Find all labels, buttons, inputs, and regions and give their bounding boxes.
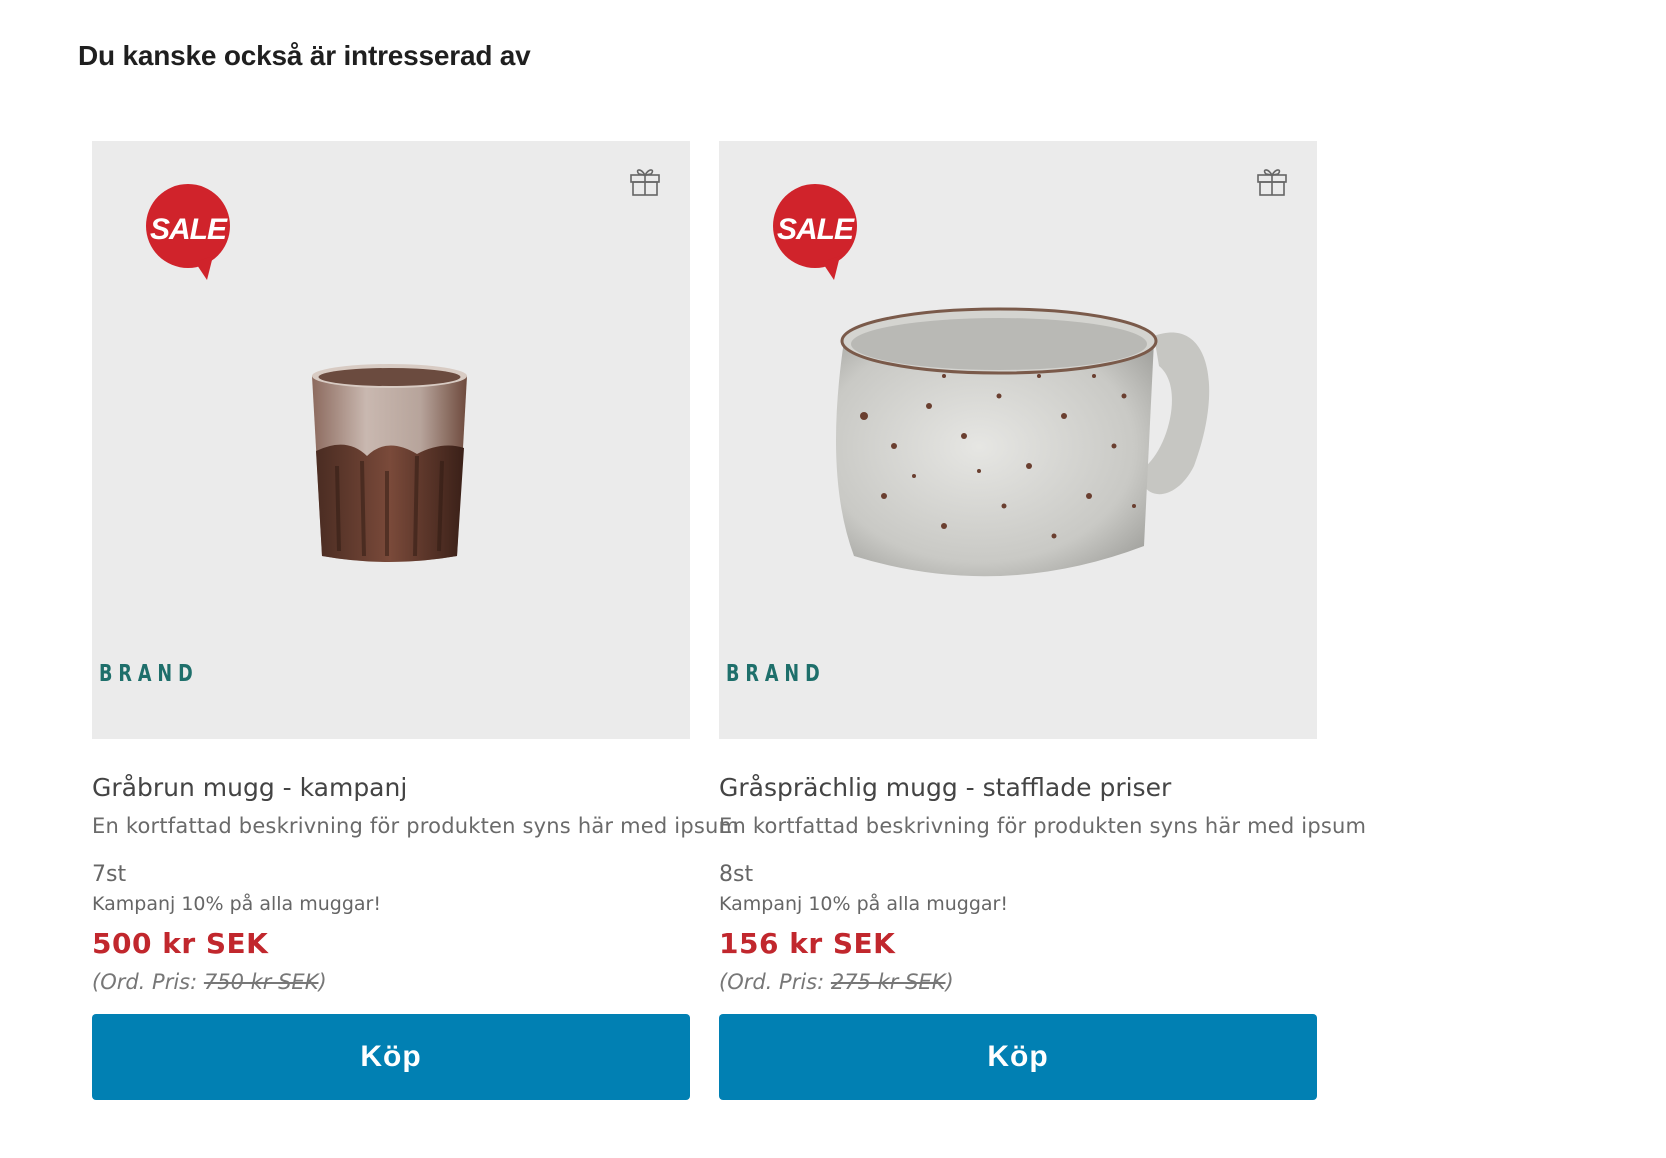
- buy-button[interactable]: Köp: [92, 1014, 690, 1100]
- original-price-suffix: ): [318, 970, 327, 994]
- product-image: [312, 364, 467, 562]
- original-price-line: (Ord. Pris: 750 kr SEK): [92, 970, 690, 994]
- product-title[interactable]: Gråbrun mugg - kampanj: [92, 773, 690, 802]
- campaign-text: Kampanj 10% på alla muggar!: [92, 893, 381, 915]
- sale-badge: SALE: [773, 184, 857, 280]
- brand-logo: BRAND: [726, 661, 826, 687]
- original-price-line: (Ord. Pris: 275 kr SEK): [719, 970, 1317, 994]
- sale-badge-label: SALE: [150, 213, 228, 246]
- gift-icon[interactable]: [628, 163, 662, 197]
- product-card[interactable]: SALE BRAND Gråsprächlig mugg - stafflade…: [719, 141, 1367, 1100]
- stock-count: 8st: [719, 862, 754, 887]
- product-media[interactable]: SALE BRAND: [92, 141, 690, 739]
- product-card[interactable]: SALE BRAND Gråbrun mugg - kampanj En kor…: [92, 141, 740, 1100]
- product-title[interactable]: Gråsprächlig mugg - stafflade priser: [719, 773, 1317, 802]
- stock-count: 7st: [92, 862, 127, 887]
- sale-badge: SALE: [146, 184, 230, 280]
- original-price-suffix: ): [945, 970, 954, 994]
- original-price: 275 kr SEK: [830, 970, 946, 994]
- product-media[interactable]: SALE BRAND: [719, 141, 1317, 739]
- campaign-text: Kampanj 10% på alla muggar!: [719, 893, 1008, 915]
- product-image: [836, 307, 1210, 577]
- original-price-prefix: (Ord. Pris:: [719, 970, 831, 994]
- sale-badge-label: SALE: [777, 213, 855, 246]
- buy-button[interactable]: Köp: [719, 1014, 1317, 1100]
- original-price: 750 kr SEK: [203, 970, 319, 994]
- sale-price: 500 kr SEK: [92, 927, 269, 960]
- original-price-prefix: (Ord. Pris:: [92, 970, 204, 994]
- product-description: En kortfattad beskrivning för produkten …: [92, 814, 740, 838]
- sale-price: 156 kr SEK: [719, 927, 896, 960]
- section-title: Du kanske också är intresserad av: [78, 40, 531, 71]
- gift-icon[interactable]: [1255, 163, 1289, 197]
- product-description: En kortfattad beskrivning för produkten …: [719, 814, 1367, 838]
- brand-logo: BRAND: [99, 661, 199, 687]
